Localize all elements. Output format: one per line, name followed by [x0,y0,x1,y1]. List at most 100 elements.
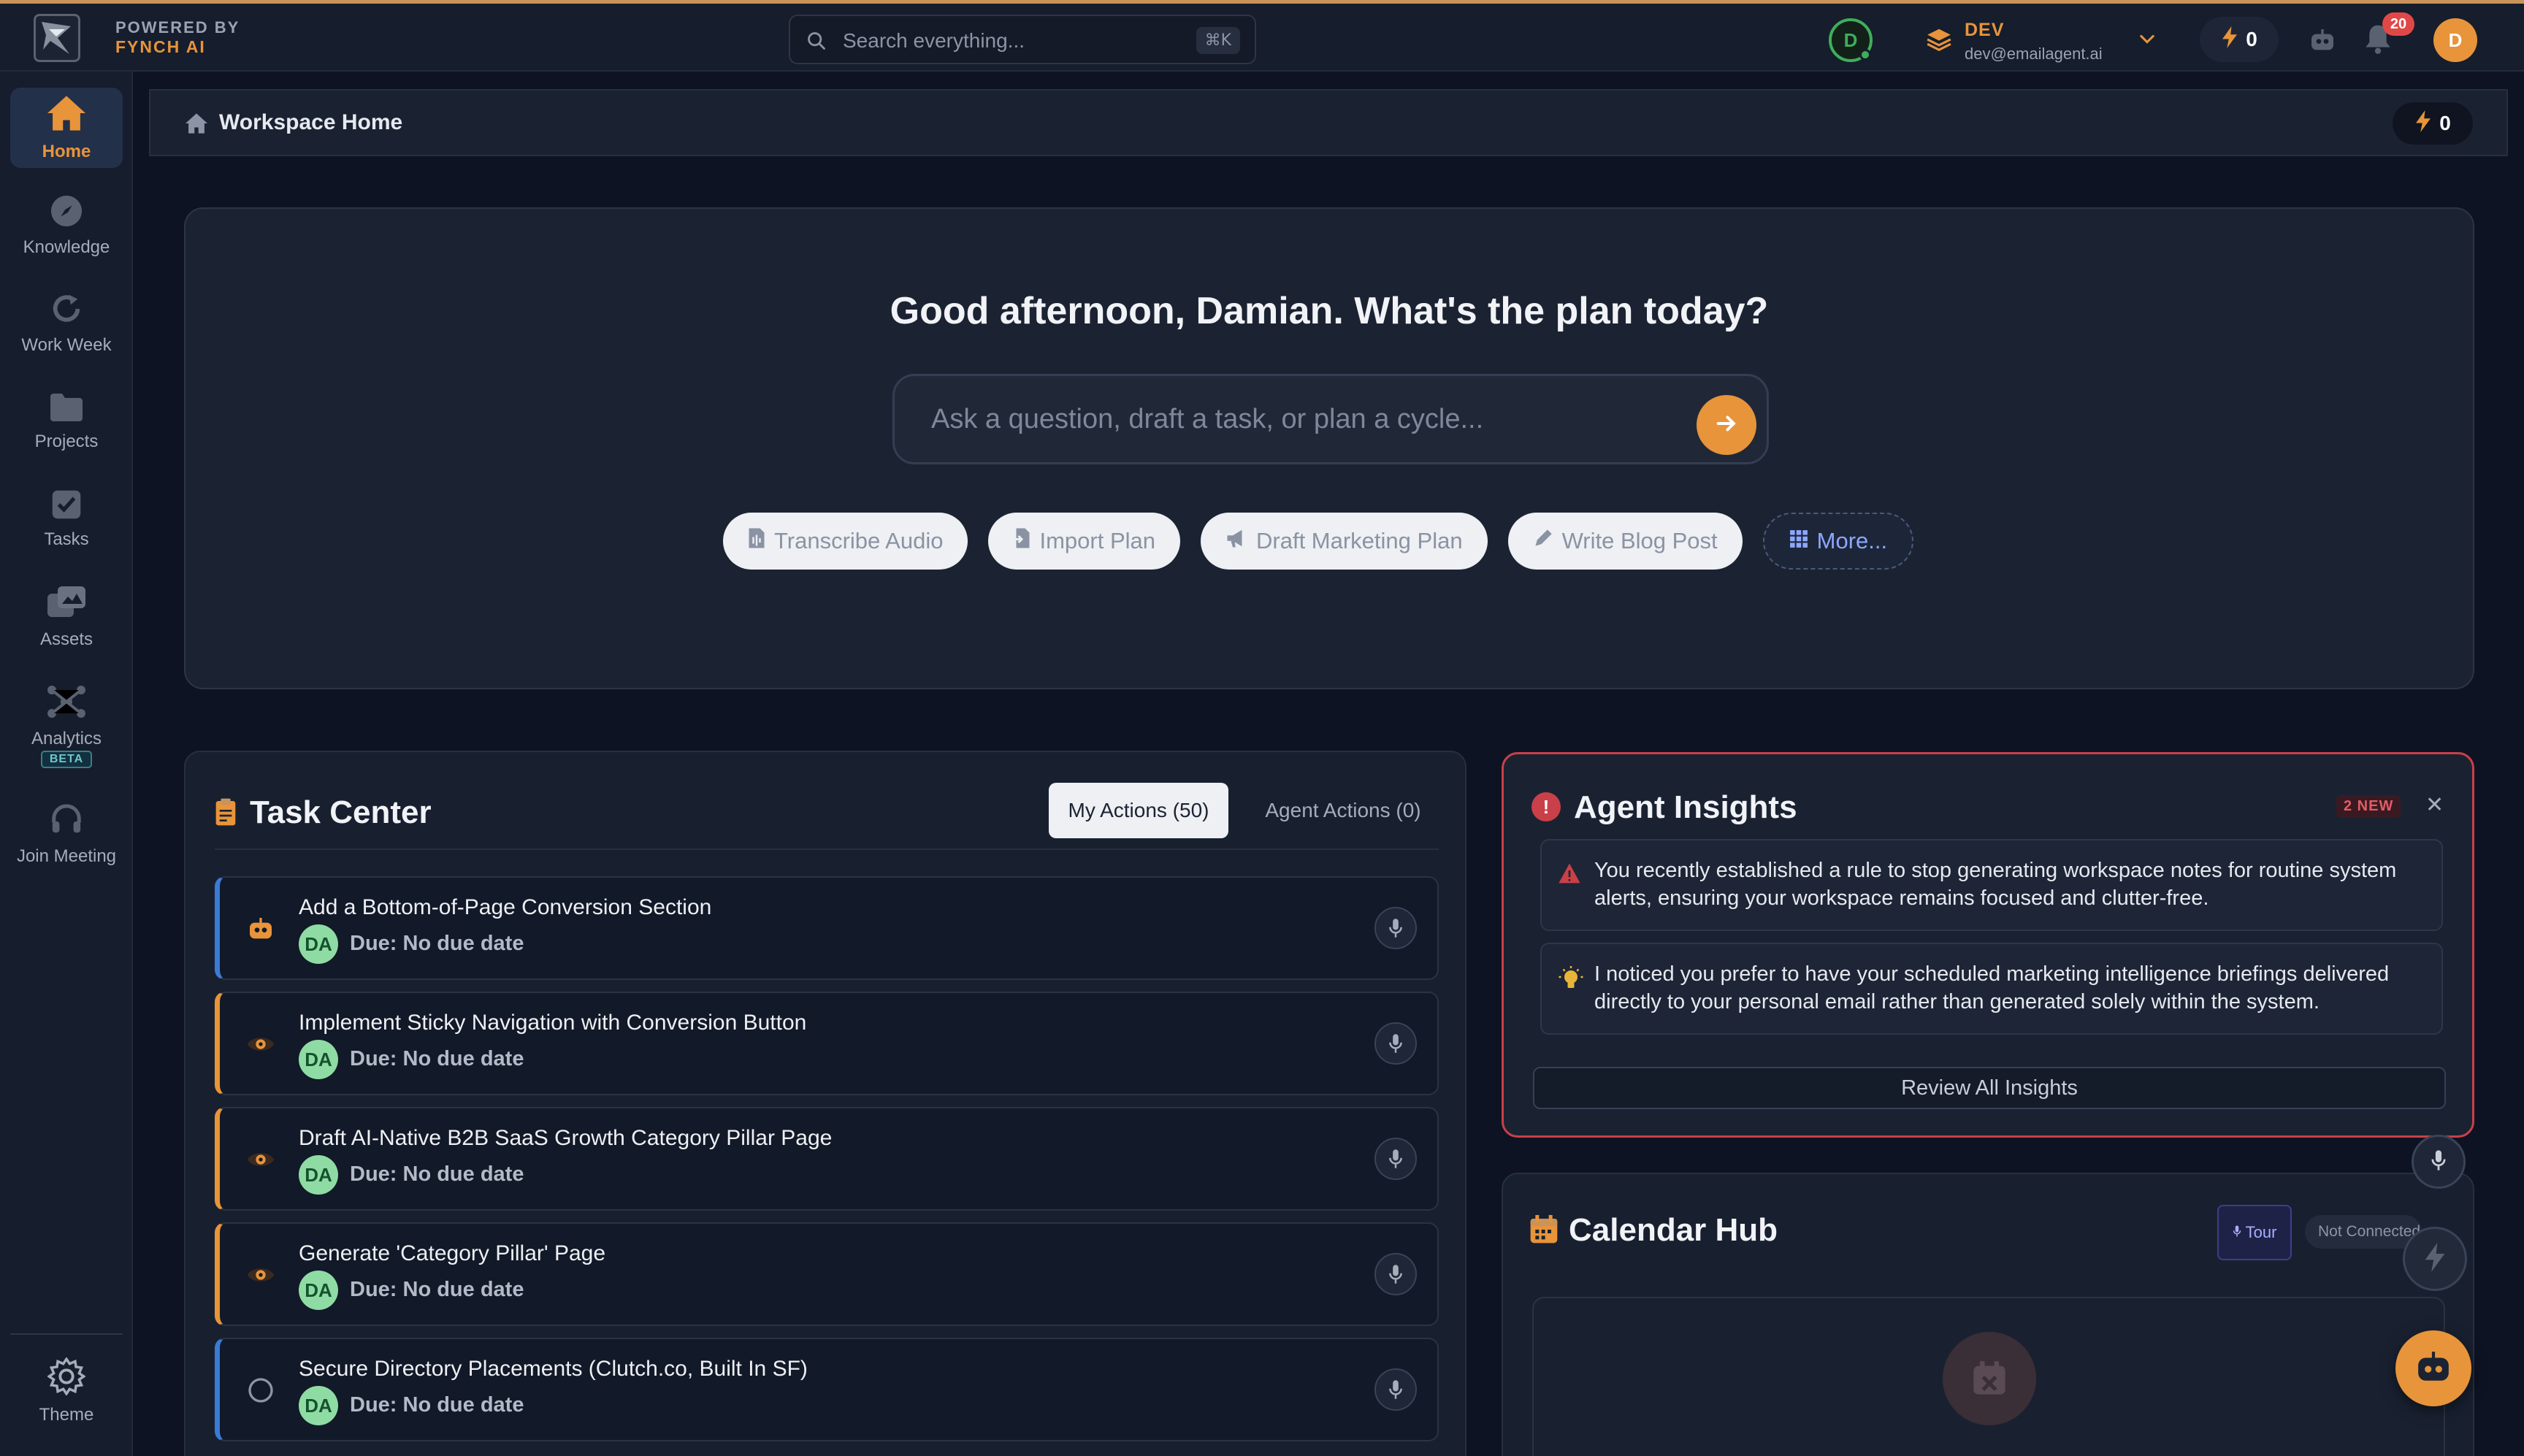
microphone-icon [2431,1149,2447,1175]
transcribe-audio-button[interactable]: Transcribe Audio [723,513,968,570]
sidebar-item-assets[interactable]: Assets [10,577,123,657]
submit-button[interactable] [1697,395,1756,455]
credits-pill[interactable]: 0 [2200,17,2279,62]
sidebar-item-label: Work Week [21,334,112,355]
task-due-date: Due: No due date [350,1162,524,1186]
search-input[interactable]: Search everything... [843,29,1025,53]
sidebar-item-label: Knowledge [23,237,110,257]
sidebar-item-label: Join Meeting [16,846,117,866]
credits-pill[interactable]: 0 [2393,102,2473,145]
robot-icon [246,914,275,947]
circle-icon[interactable] [246,1376,275,1409]
network-icon [45,684,88,723]
top-bar: POWERED BY FYNCH AI Search everything...… [0,0,2524,72]
microphone-icon[interactable] [1374,1138,1417,1180]
sidebar-item-theme[interactable]: Theme [10,1351,123,1431]
sidebar-item-knowledge[interactable]: Knowledge [10,185,123,266]
close-icon[interactable]: ✕ [2425,792,2444,818]
calendar-hub-panel: Calendar Hub Tour Not Connected [1502,1173,2474,1456]
sidebar-item-analytics[interactable]: Analytics BETA [10,675,123,777]
ask-input[interactable]: Ask a question, draft a task, or plan a … [892,374,1769,464]
task-title: Draft AI-Native B2B SaaS Growth Category… [299,1126,833,1150]
chip-label: Import Plan [1039,528,1155,553]
arrow-right-icon [1714,411,1739,440]
task-row[interactable]: Add a Bottom-of-Page Conversion Section … [215,876,1439,980]
chip-label: Write Blog Post [1561,528,1718,553]
bird-logo-icon[interactable] [34,14,80,62]
insight-item[interactable]: I noticed you prefer to have your schedu… [1540,943,2443,1035]
tour-label: Tour [2245,1223,2277,1241]
user-avatar[interactable]: D [2433,18,2477,62]
chip-label: More... [1816,528,1888,553]
agent-insights-title: Agent Insights [1574,789,1797,825]
task-due-date: Due: No due date [350,932,524,955]
insight-text: I noticed you prefer to have your schedu… [1594,962,2390,1014]
task-title: Generate 'Category Pillar' Page [299,1241,606,1265]
insight-item[interactable]: You recently established a rule to stop … [1540,839,2443,931]
quick-action-button[interactable] [2403,1227,2467,1291]
connection-status: Not Connected [2305,1215,2422,1249]
chevron-down-icon[interactable] [2137,28,2157,53]
robot-icon[interactable] [2308,26,2337,58]
robot-icon [2415,1349,2452,1389]
eye-icon [246,1260,275,1293]
folder-icon [49,391,84,426]
task-due-date: Due: No due date [350,1393,524,1417]
tour-button[interactable]: Tour [2217,1205,2292,1260]
ask-input-placeholder[interactable]: Ask a question, draft a task, or plan a … [931,404,1483,435]
microphone-icon [2233,1223,2241,1242]
beta-badge: BETA [40,750,93,768]
home-icon [45,94,88,136]
task-row[interactable]: Secure Directory Placements (Clutch.co, … [215,1338,1439,1441]
tab-my-actions[interactable]: My Actions (50) [1049,783,1228,838]
checkbox-icon [51,489,82,524]
voice-input-button[interactable] [2412,1135,2466,1189]
workspace-name[interactable]: DEV [1965,20,2004,41]
task-title: Implement Sticky Navigation with Convers… [299,1011,807,1035]
microphone-icon[interactable] [1374,1253,1417,1295]
more-actions-button[interactable]: More... [1762,513,1914,570]
tab-agent-actions[interactable]: Agent Actions (0) [1247,783,1439,838]
avatar: DA [299,1155,338,1195]
calendar-off-icon [1943,1332,2036,1425]
review-all-insights-button[interactable]: Review All Insights [1533,1067,2446,1109]
avatar: DA [299,1271,338,1310]
sidebar-item-join-meeting[interactable]: Join Meeting [10,794,123,875]
sidebar-item-work-week[interactable]: Work Week [10,283,123,364]
headset-icon [49,803,84,840]
sidebar-item-projects[interactable]: Projects [10,381,123,461]
task-row[interactable]: Implement Sticky Navigation with Convers… [215,992,1439,1095]
sidebar-item-tasks[interactable]: Tasks [10,479,123,559]
draft-marketing-plan-button[interactable]: Draft Marketing Plan [1201,513,1488,570]
divider [215,848,1439,850]
online-status-dot [1859,49,1871,61]
pen-icon [1533,528,1553,554]
global-search[interactable]: Search everything... ⌘K [789,15,1256,64]
write-blog-post-button[interactable]: Write Blog Post [1507,513,1743,570]
refresh-icon [50,292,83,329]
sidebar-item-label: Tasks [44,529,89,549]
status-badge: 2 NEW [2336,795,2401,818]
chip-label: Draft Marketing Plan [1256,528,1463,553]
task-due-date: Due: No due date [350,1047,524,1070]
search-shortcut-hint: ⌘K [1196,27,1240,54]
microphone-icon[interactable] [1374,907,1417,949]
microphone-icon[interactable] [1374,1022,1417,1065]
task-title: Add a Bottom-of-Page Conversion Section [299,895,712,919]
credits-count: 0 [2439,112,2451,134]
avatar: DA [299,924,338,964]
task-row[interactable]: Generate 'Category Pillar' Page DA Due: … [215,1222,1439,1326]
sidebar-item-home[interactable]: Home [10,88,123,168]
home-icon [184,112,209,138]
warning-icon [1558,862,1581,888]
assistant-chat-button[interactable] [2395,1330,2471,1406]
alert-icon: ! [1531,792,1561,821]
import-plan-button[interactable]: Import Plan [988,513,1180,570]
grid-icon [1789,528,1808,554]
microphone-icon[interactable] [1374,1368,1417,1411]
megaphone-icon [1225,528,1247,554]
quick-actions: Transcribe Audio Import Plan Draft Marke… [723,513,1914,570]
file-import-icon [1013,527,1030,555]
task-row[interactable]: Draft AI-Native B2B SaaS Growth Category… [215,1107,1439,1211]
images-icon [45,585,88,624]
